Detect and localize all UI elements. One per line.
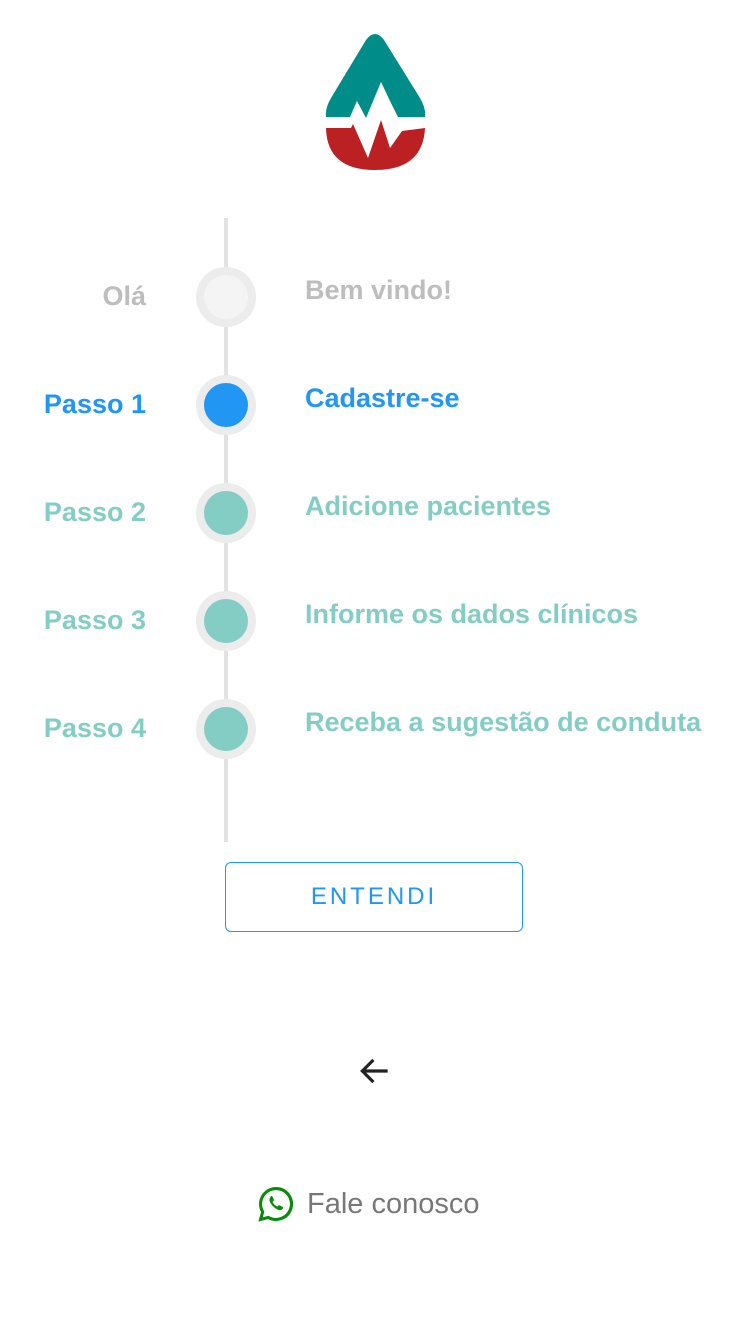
step-text: Adicione pacientes (305, 491, 552, 521)
app-logo (325, 34, 426, 170)
arrow-left-icon (360, 1058, 388, 1084)
step-text: Receba a sugestão de conduta (305, 707, 702, 737)
step-marker (196, 483, 256, 543)
entendi-button[interactable]: ENTENDI (225, 862, 523, 932)
back-button[interactable] (356, 1052, 394, 1095)
whatsapp-icon (258, 1187, 293, 1222)
step-text: Informe os dados clínicos (305, 599, 639, 629)
step-marker (196, 375, 256, 435)
step-label: Passo 4 (43, 713, 146, 743)
step-label: Passo 2 (43, 497, 146, 527)
timeline-step: Passo 1 Cadastre-se (0, 375, 746, 435)
step-marker (196, 699, 256, 759)
timeline-step: Olá Bem vindo! (0, 267, 746, 327)
step-label: Olá (102, 281, 146, 311)
contact-label: Fale conosco (307, 1187, 480, 1220)
step-marker (196, 267, 256, 327)
step-text: Cadastre-se (305, 383, 460, 413)
timeline-step: Passo 4 Receba a sugestão de conduta (0, 699, 746, 759)
timeline-step: Passo 2 Adicione pacientes (0, 483, 746, 543)
step-label: Passo 1 (43, 389, 146, 419)
step-label: Passo 3 (43, 605, 146, 635)
timeline-step: Passo 3 Informe os dados clínicos (0, 591, 746, 651)
step-marker (196, 591, 256, 651)
step-text: Bem vindo! (305, 275, 453, 305)
contact-link[interactable]: Fale conosco (257, 1185, 480, 1223)
